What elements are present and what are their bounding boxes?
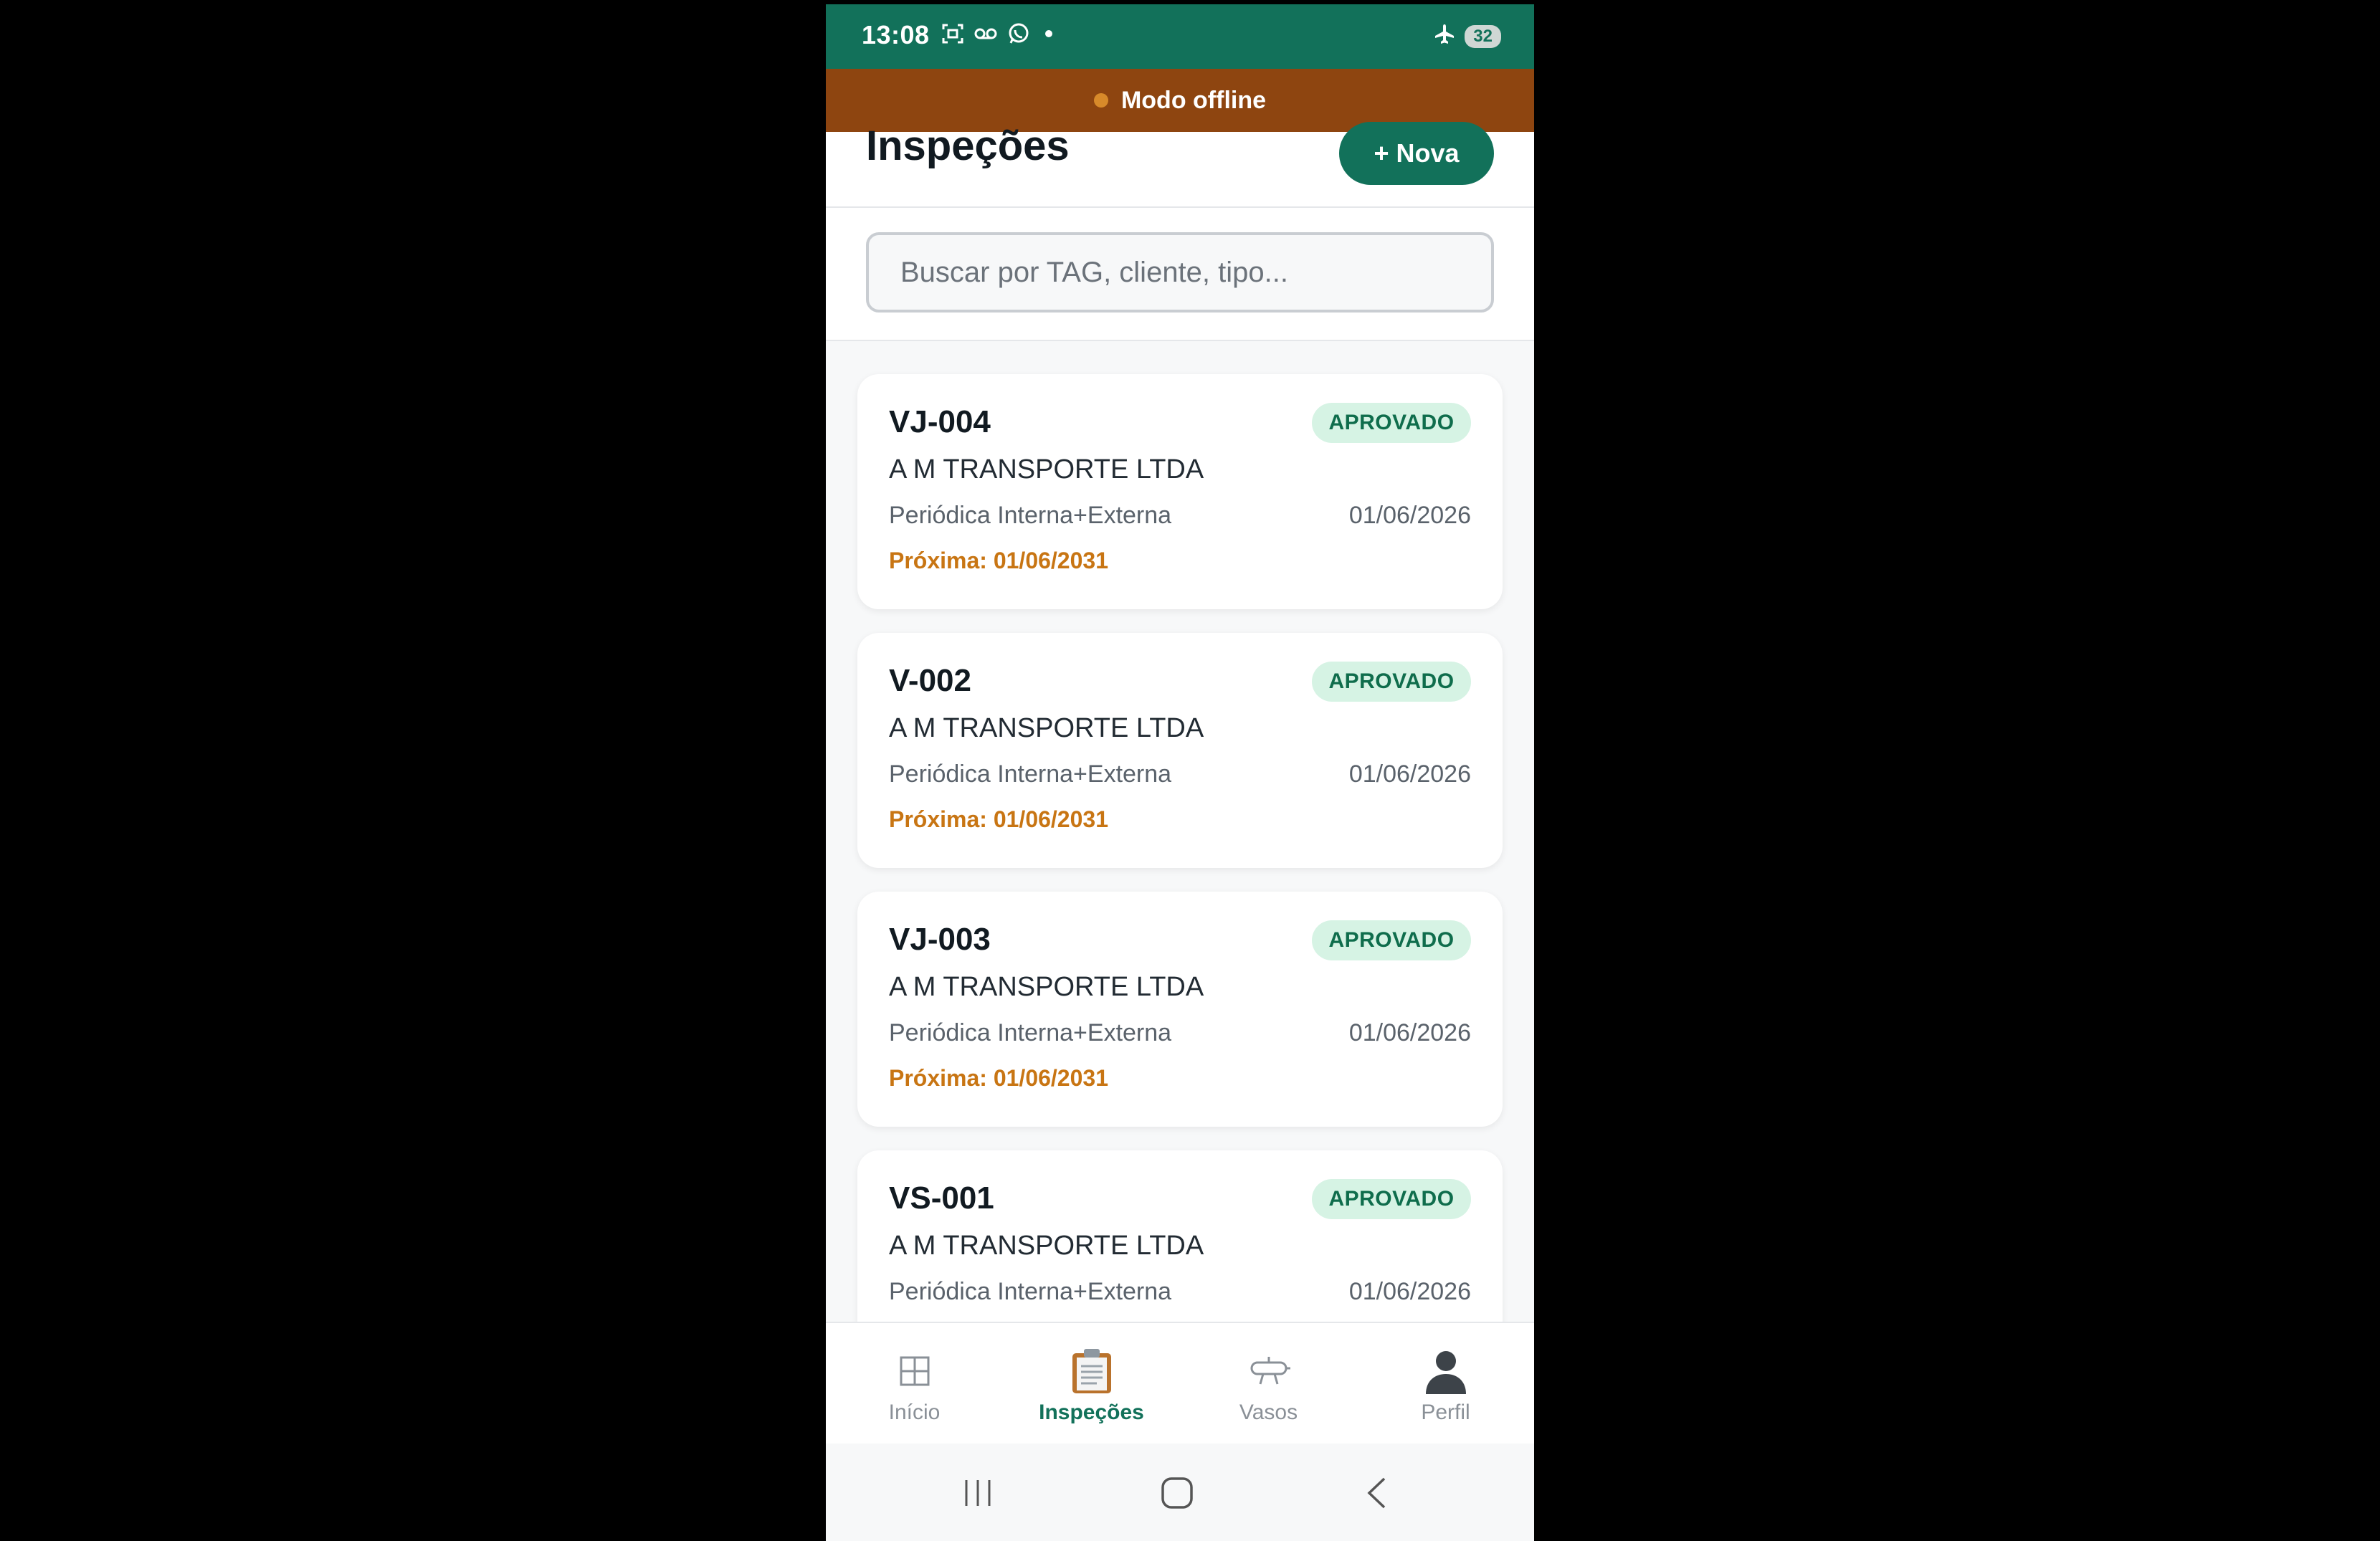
inspection-date: 01/06/2026 <box>1348 1278 1471 1305</box>
tab-inicio[interactable]: Início <box>826 1323 1003 1445</box>
person-icon <box>1357 1347 1534 1395</box>
inspection-date: 01/06/2026 <box>1348 760 1471 788</box>
search-input[interactable] <box>866 232 1494 313</box>
home-button[interactable] <box>1148 1468 1206 1518</box>
inspection-date: 01/06/2026 <box>1348 1019 1471 1046</box>
inspection-tag: V-002 <box>889 663 971 698</box>
tab-inspecoes[interactable]: Inspeções <box>1003 1323 1180 1445</box>
inspection-client: A M TRANSPORTE LTDA <box>889 1231 1204 1261</box>
status-bar: 13:08 32 <box>826 4 1534 69</box>
inspection-type: Periódica Interna+Externa <box>889 502 1172 529</box>
inspection-card[interactable]: VJ-004 APROVADO A M TRANSPORTE LTDA Peri… <box>857 374 1503 609</box>
page-header: Inspeções + Nova <box>826 122 1534 208</box>
new-inspection-button[interactable]: + Nova <box>1339 122 1494 185</box>
tab-label: Vasos <box>1239 1401 1298 1424</box>
inspection-client: A M TRANSPORTE LTDA <box>889 454 1204 485</box>
tab-label: Perfil <box>1421 1401 1470 1424</box>
phone-screen: 13:08 32 Modo offline Inspeções + Nova B… <box>826 4 1534 1541</box>
airplane-icon <box>1433 23 1456 49</box>
inspection-tag: VJ-003 <box>889 922 991 957</box>
inspection-type: Periódica Interna+Externa <box>889 1278 1172 1305</box>
voicemail-icon <box>974 22 998 46</box>
inspection-client: A M TRANSPORTE LTDA <box>889 972 1204 1002</box>
tab-perfil[interactable]: Perfil <box>1357 1323 1534 1445</box>
grid-icon <box>826 1347 1003 1395</box>
tab-label: Início <box>888 1401 941 1424</box>
status-icons <box>941 22 1052 46</box>
whatsapp-icon <box>1006 22 1031 46</box>
notification-dot <box>1045 30 1052 37</box>
next-inspection-date: Próxima: 01/06/2031 <box>889 1065 1108 1091</box>
vessel-icon <box>1180 1347 1357 1395</box>
offline-dot-icon <box>1093 93 1108 108</box>
inspection-date: 01/06/2026 <box>1348 502 1471 529</box>
inspection-client: A M TRANSPORTE LTDA <box>889 713 1204 743</box>
inspection-card[interactable]: VS-001 APROVADO A M TRANSPORTE LTDA Peri… <box>857 1150 1503 1326</box>
bottom-tab-bar: Início Inspeções Vasos Perfil <box>826 1322 1534 1445</box>
system-nav-bar <box>826 1444 1534 1541</box>
status-badge: APROVADO <box>1312 1179 1471 1219</box>
inspection-type: Periódica Interna+Externa <box>889 1019 1172 1046</box>
search-bar <box>826 208 1534 341</box>
status-time: 13:08 <box>862 20 930 49</box>
inspection-tag: VS-001 <box>889 1180 994 1216</box>
inspection-card[interactable]: V-002 APROVADO A M TRANSPORTE LTDA Perió… <box>857 633 1503 868</box>
status-badge: APROVADO <box>1312 920 1471 960</box>
back-button[interactable] <box>1348 1468 1405 1518</box>
tab-label: Inspeções <box>1039 1401 1144 1424</box>
next-inspection-date: Próxima: 01/06/2031 <box>889 548 1108 573</box>
battery-indicator: 32 <box>1465 24 1501 48</box>
page-title: Inspeções <box>866 123 1070 169</box>
inspection-card[interactable]: VJ-003 APROVADO A M TRANSPORTE LTDA Peri… <box>857 892 1503 1127</box>
tab-vasos[interactable]: Vasos <box>1180 1323 1357 1445</box>
inspection-tag: VJ-004 <box>889 404 991 439</box>
status-badge: APROVADO <box>1312 662 1471 702</box>
next-inspection-date: Próxima: 01/06/2031 <box>889 806 1108 832</box>
screenshot-icon <box>941 22 965 46</box>
offline-label: Modo offline <box>1120 86 1267 114</box>
status-right: 32 <box>1433 23 1501 49</box>
clipboard-icon <box>1003 1347 1180 1395</box>
recent-apps-button[interactable] <box>949 1468 1006 1518</box>
inspection-type: Periódica Interna+Externa <box>889 760 1172 788</box>
status-badge: APROVADO <box>1312 403 1471 443</box>
inspection-list[interactable]: VJ-004 APROVADO A M TRANSPORTE LTDA Peri… <box>826 341 1534 1326</box>
